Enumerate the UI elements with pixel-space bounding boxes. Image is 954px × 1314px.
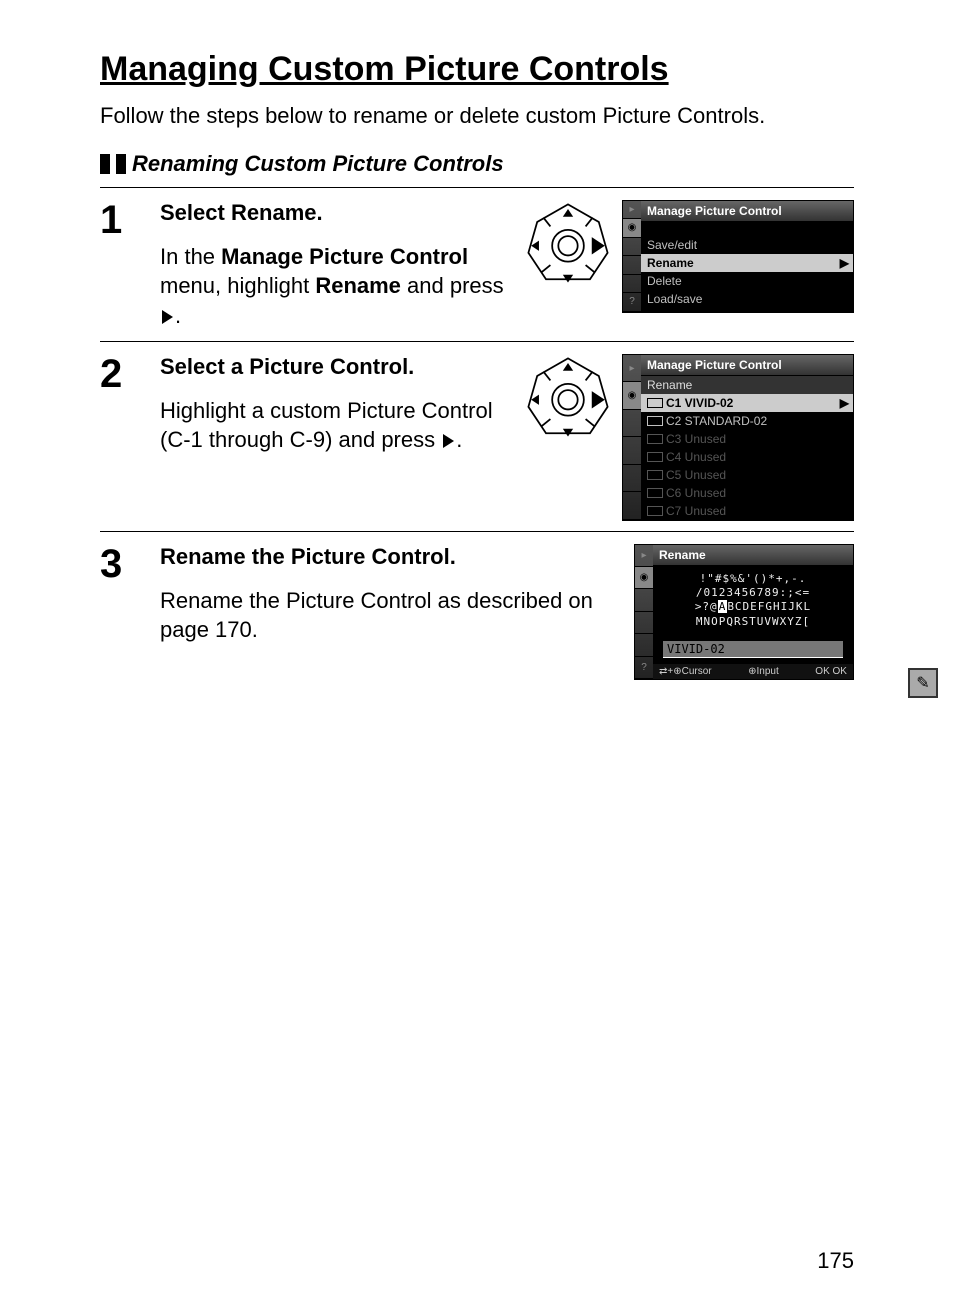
- lcd-tab-icon: [623, 256, 641, 275]
- t: C4 Unused: [666, 450, 726, 464]
- lcd-menu-item: C3 Unused: [641, 430, 853, 448]
- lcd-tab-icon: ◉: [623, 382, 641, 410]
- right-arrow-icon: [162, 310, 173, 324]
- lcd-tab-icon: ▸: [623, 355, 641, 383]
- t: OK OK: [815, 666, 847, 677]
- slot-icon: [647, 434, 663, 444]
- t: C7 Unused: [666, 504, 726, 518]
- t: C3 Unused: [666, 432, 726, 446]
- t: and press: [401, 273, 504, 298]
- slot-icon: [647, 470, 663, 480]
- lcd-tab-icon: [623, 465, 641, 493]
- t: In the: [160, 244, 221, 269]
- step-number: 2: [100, 354, 140, 521]
- step-head-suffix: .: [317, 200, 323, 225]
- t: C6 Unused: [666, 486, 726, 500]
- subsection-title: Renaming Custom Picture Controls: [132, 151, 504, 177]
- t: menu, highlight: [160, 273, 315, 298]
- lcd-footer: ⇄+⊕Cursor ⊕Input OK OK: [653, 664, 853, 679]
- slot-icon: [647, 416, 663, 426]
- slot-icon: [647, 506, 663, 516]
- lcd-tab-icon: [635, 612, 653, 634]
- t: MNOPQRSTUVWXYZ[: [663, 615, 843, 629]
- t: !"#$%&'()*+,-.: [663, 572, 843, 586]
- lcd-cursor-char: A: [718, 600, 728, 613]
- lcd-tab-icon: [635, 589, 653, 611]
- step-body-text: In the Manage Picture Control menu, high…: [160, 242, 504, 331]
- bullet-icon: [100, 154, 110, 174]
- lcd-menu-item: Delete: [641, 272, 853, 290]
- lcd-title: Rename: [653, 545, 853, 566]
- t: BCDEFGHIJKL: [727, 600, 811, 613]
- step-heading: Select a Picture Control.: [160, 354, 504, 380]
- retouch-menu-icon: ✎: [908, 668, 938, 698]
- t: >?@: [695, 600, 718, 613]
- lcd-tab-icon: ▸: [635, 545, 653, 567]
- step-2: 2 Select a Picture Control. Highlight a …: [100, 341, 854, 521]
- lcd-screenshot-manage-menu: ▸ ◉ ? Manage Picture Control Save/editRe…: [622, 200, 854, 313]
- lcd-tab-icon: [623, 492, 641, 520]
- lcd-subtitle: Rename: [641, 376, 853, 394]
- step-heading: Rename the Picture Control.: [160, 544, 614, 570]
- step-3: 3 Rename the Picture Control. Rename the…: [100, 531, 854, 680]
- lcd-menu-item: C7 Unused: [641, 502, 853, 520]
- lcd-tab-icon: [623, 437, 641, 465]
- step-body-text: Highlight a custom Picture Control (C-1 …: [160, 396, 504, 455]
- t: ⇄+⊕Cursor: [659, 666, 712, 677]
- lcd-text-input: VIVID-02: [663, 641, 843, 658]
- lcd-tab-icon: ▸: [623, 201, 641, 220]
- lcd-menu-item: Save/edit: [641, 236, 853, 254]
- lcd-tab-icon: [623, 275, 641, 294]
- lcd-tab-icon: ◉: [623, 219, 641, 238]
- lcd-tab-icon: [623, 238, 641, 257]
- lcd-title: Manage Picture Control: [641, 355, 853, 376]
- step-head-prefix: Select: [160, 200, 231, 225]
- subsection-header: Renaming Custom Picture Controls: [100, 151, 854, 177]
- lcd-screenshot-rename-keyboard: ▸ ◉ ? Rename !"#$%&'()*+,-. /0123456789:…: [634, 544, 854, 680]
- t: Rename: [315, 273, 401, 298]
- page-number: 175: [817, 1248, 854, 1274]
- page-title: Managing Custom Picture Controls: [100, 50, 854, 89]
- step-number: 3: [100, 544, 140, 680]
- right-arrow-icon: ▶: [840, 396, 849, 410]
- lcd-menu-item: C5 Unused: [641, 466, 853, 484]
- lcd-tab-icon: ?: [635, 657, 653, 679]
- step-number: 1: [100, 200, 140, 331]
- right-arrow-icon: ▶: [840, 256, 849, 270]
- slot-icon: [647, 488, 663, 498]
- t: C2 STANDARD-02: [666, 414, 767, 428]
- multi-selector-icon: [524, 200, 612, 288]
- t: .: [175, 303, 181, 328]
- lcd-menu-item: C4 Unused: [641, 448, 853, 466]
- lcd-tab-icon: [623, 410, 641, 438]
- lcd-menu-item: Rename▶: [641, 254, 853, 272]
- t: C5 Unused: [666, 468, 726, 482]
- t: C1 VIVID-02: [666, 396, 733, 410]
- right-arrow-icon: [443, 434, 454, 448]
- lcd-menu-item: C6 Unused: [641, 484, 853, 502]
- step-head-bold: Rename: [231, 200, 317, 225]
- lcd-char-grid: !"#$%&'()*+,-. /0123456789:;<= >?@ABCDEF…: [653, 566, 853, 635]
- lcd-menu-item: Load/save: [641, 290, 853, 308]
- lcd-tab-icon: ?: [623, 293, 641, 312]
- lcd-tab-icon: ◉: [635, 567, 653, 589]
- t: /0123456789:;<=: [663, 586, 843, 600]
- bullet-icon: [116, 154, 126, 174]
- multi-selector-icon: [524, 354, 612, 442]
- lcd-screenshot-rename-list: ▸ ◉ Manage Picture Control Rename C1 VIV…: [622, 354, 854, 521]
- step-heading: Select Rename.: [160, 200, 504, 226]
- step-1: 1 Select Rename. In the Manage Picture C…: [100, 187, 854, 331]
- slot-icon: [647, 398, 663, 408]
- step-body-text: Rename the Picture Control as described …: [160, 586, 614, 645]
- lcd-menu-item: C2 STANDARD-02: [641, 412, 853, 430]
- intro-text: Follow the steps below to rename or dele…: [100, 101, 854, 131]
- t: Manage Picture Control: [221, 244, 468, 269]
- slot-icon: [647, 452, 663, 462]
- lcd-title: Manage Picture Control: [641, 201, 853, 222]
- lcd-tab-icon: [635, 634, 653, 656]
- t: ⊕Input: [748, 666, 779, 677]
- lcd-menu-item: C1 VIVID-02 ▶: [641, 394, 853, 412]
- t: .: [456, 427, 462, 452]
